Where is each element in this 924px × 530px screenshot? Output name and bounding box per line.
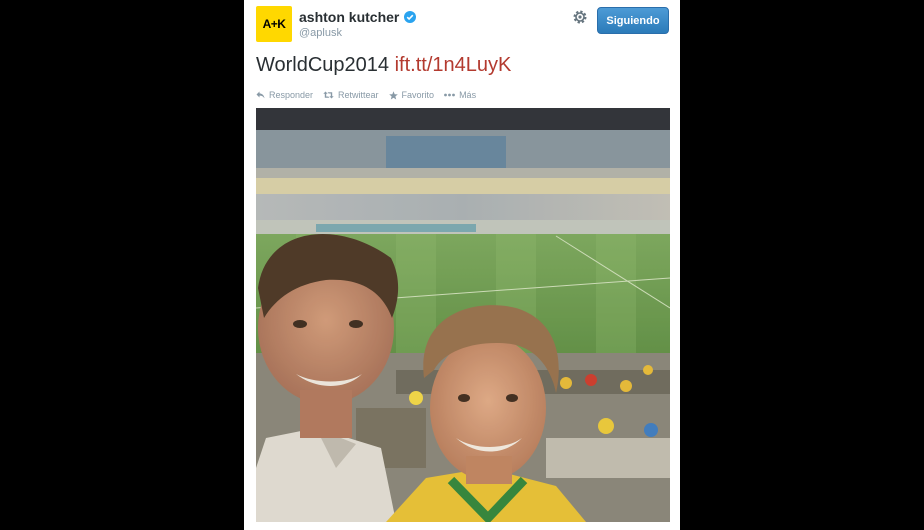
profile-avatar[interactable]: A+K (256, 6, 292, 42)
reply-icon (256, 91, 265, 99)
author-row: ashton kutcher (299, 9, 417, 25)
retweet-button[interactable]: Retwittear (323, 90, 379, 100)
retweet-label: Retwittear (338, 90, 379, 100)
more-icon (444, 93, 455, 97)
reply-button[interactable]: Responder (256, 90, 313, 100)
more-button[interactable]: Más (444, 90, 476, 100)
reply-label: Responder (269, 90, 314, 100)
verified-icon (404, 11, 417, 23)
favorite-label: Favorito (401, 90, 435, 100)
stadium-selfie-image (256, 108, 670, 522)
tweet-actions: Responder Retwittear Favorito Más (256, 90, 486, 100)
tweet-link[interactable]: ift.tt/1n4LuyK (395, 54, 512, 76)
favorite-button[interactable]: Favorito (388, 90, 435, 100)
gear-icon[interactable] (572, 9, 588, 25)
star-icon (388, 90, 398, 100)
tweet-photo[interactable] (256, 108, 670, 522)
more-label: Más (459, 90, 477, 100)
tweet-text: WorldCup2014 ift.tt/1n4LuyK (256, 54, 511, 77)
retweet-icon (323, 91, 334, 99)
tweet-body: WorldCup2014 (256, 54, 390, 76)
tweet-card: A+K ashton kutcher @aplusk Siguiendo Wor… (244, 0, 680, 530)
author-handle[interactable]: @aplusk (299, 27, 342, 39)
author-name[interactable]: ashton kutcher (299, 9, 399, 25)
following-button[interactable]: Siguiendo (597, 7, 669, 34)
